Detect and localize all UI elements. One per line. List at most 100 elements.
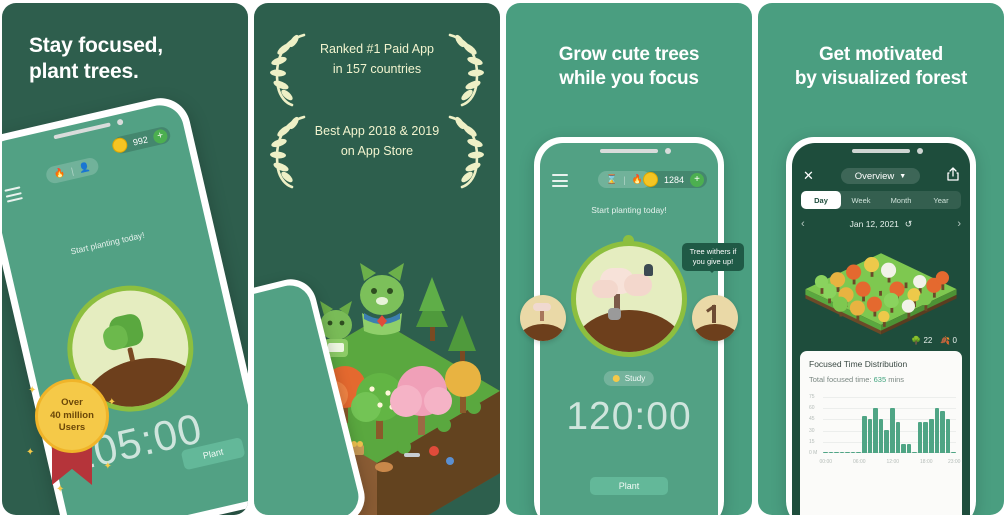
next-date-button[interactable]: › — [957, 218, 961, 230]
badge-line-1: Over — [61, 396, 83, 408]
tree-carousel-next[interactable] — [692, 295, 738, 341]
chart-bar — [889, 408, 895, 453]
dog-mascot-icon — [360, 263, 404, 335]
chart-bar — [923, 422, 928, 453]
award-2-line-2: on App Store — [340, 144, 414, 158]
tab-day[interactable]: Day — [801, 191, 841, 209]
chart-x-tick: 23:00 — [947, 459, 961, 465]
healthy-tree-icon: 🌳 — [911, 336, 922, 345]
chart-bar — [845, 451, 850, 453]
chart-bar — [867, 419, 873, 453]
tag-color-dot — [612, 375, 620, 382]
healthy-tree-count: 🌳 22 — [911, 336, 932, 345]
chart-y-tick: 15 — [809, 438, 815, 445]
chart-bar — [945, 419, 951, 453]
share-icon[interactable] — [947, 166, 959, 186]
withered-count-value: 0 — [952, 336, 957, 345]
coin-count: 1284 — [663, 174, 684, 185]
soil-mound — [520, 324, 566, 341]
healthy-count-value: 22 — [923, 336, 933, 345]
coin-icon — [642, 172, 658, 187]
forest-plot[interactable]: 🌳 22 🍂 0 — [796, 235, 966, 347]
overview-header: ✕ Overview ▼ — [792, 165, 970, 187]
divider: | — [623, 174, 626, 185]
chart-bar — [862, 415, 867, 453]
chart-x-tick: 06:00 — [853, 459, 866, 465]
sparkle-icon: ✦ — [107, 397, 116, 408]
panel-1-headline: Stay focused, plant trees. — [29, 34, 163, 84]
badge-line-2: 40 million — [50, 409, 94, 421]
screenshot-gallery: Stay focused, plant trees. 🔥 | 👤 992 + S… — [0, 0, 1005, 518]
chart-y-tick: 0 M — [809, 450, 818, 456]
prev-date-button[interactable]: ‹ — [801, 218, 805, 230]
phone-camera — [665, 148, 671, 154]
menu-icon[interactable] — [552, 174, 568, 191]
tree-carousel-prev[interactable] — [520, 295, 566, 341]
sparkle-icon: ✦ — [26, 447, 35, 458]
sparkle-icon: ✦ — [56, 484, 65, 495]
chart-bar — [917, 422, 923, 453]
chart-bar — [823, 452, 828, 453]
total-prefix: Total focused time: — [809, 375, 874, 384]
sparkle-icon: ✦ — [28, 385, 37, 396]
chart-bar — [901, 444, 906, 453]
panel-4-headline: Get motivated by visualized forest — [794, 44, 968, 89]
overview-label: Overview — [854, 170, 895, 182]
panel-stay-focused: Stay focused, plant trees. 🔥 | 👤 992 + S… — [2, 3, 248, 515]
total-focused-time: Total focused time: 635 mins — [809, 375, 953, 384]
phone-speaker — [600, 149, 658, 153]
chart-bar — [873, 408, 878, 453]
total-value: 635 — [873, 375, 887, 384]
overview-dropdown[interactable]: Overview ▼ — [840, 168, 921, 184]
chart-bar — [834, 451, 839, 453]
forest-plot-svg — [805, 253, 957, 335]
badge-medal: Over 40 million Users — [35, 379, 109, 453]
card-title: Focused Time Distribution — [809, 359, 908, 369]
award-1-line-1: Ranked #1 Paid App — [320, 42, 434, 56]
status-toggle-1[interactable]: 🔥 | 👤 — [44, 156, 100, 185]
award-1-line-2: in 157 countries — [332, 62, 422, 76]
award-1: Ranked #1 Paid App in 157 countries — [254, 33, 500, 107]
plant-button-3[interactable]: Plant — [590, 477, 668, 495]
cherry-tree-illustration — [576, 246, 682, 352]
date-navigator: ‹ Jan 12, 2021 ↺ › — [801, 215, 961, 233]
date-group: Jan 12, 2021 ↺ — [850, 219, 913, 230]
chart-x-tick: 00:00 — [819, 459, 833, 465]
add-coins-button[interactable]: + — [690, 172, 704, 187]
total-suffix: mins — [886, 375, 905, 384]
menu-icon[interactable] — [4, 186, 23, 206]
chart-bar — [850, 451, 856, 453]
phone-mockup-4: ✕ Overview ▼ Day Week Month Year ‹ Jan 1… — [786, 137, 976, 515]
chart-bar — [839, 451, 845, 453]
chart-y-tick: 60 — [809, 405, 815, 411]
coin-balance-1[interactable]: 992 + — [110, 125, 172, 156]
award-2: Best App 2018 & 2019 on App Store — [254, 115, 500, 189]
phone-camera — [116, 118, 124, 126]
panel-awards: Ranked #1 Paid App in 157 countries Best… — [254, 3, 500, 515]
panel-3-headline: Grow cute trees while you focus — [558, 44, 700, 89]
period-segmented-control[interactable]: Day Week Month Year — [801, 191, 961, 209]
badge-line-3: Users — [58, 422, 86, 434]
sparkle-icon: ✦ — [103, 461, 112, 472]
focused-time-chart: 0 M 15 30 45 60 75 00:00 06:00 12:00 18:00 23:00 — [809, 393, 960, 465]
divider: | — [69, 165, 75, 176]
refresh-icon[interactable]: ↺ — [905, 219, 913, 230]
panel-grow-trees: Grow cute trees while you focus ⌛ | 🔥 12… — [506, 3, 752, 515]
close-icon[interactable]: ✕ — [803, 168, 814, 184]
tab-month[interactable]: Month — [881, 191, 921, 209]
tree-progress-ring-3[interactable] — [571, 241, 687, 357]
award-2-line-1: Best App 2018 & 2019 — [314, 124, 440, 138]
chart-y-tick: 45 — [809, 416, 815, 423]
tab-week[interactable]: Week — [841, 191, 881, 209]
tab-year[interactable]: Year — [921, 191, 961, 209]
coin-balance-3[interactable]: 1284 + — [642, 171, 707, 188]
tag-study[interactable]: Study — [603, 371, 655, 386]
withered-tree-count: 🍂 0 — [940, 336, 957, 345]
chart-x-tick: 18:00 — [920, 459, 933, 465]
app-screen-3: ⌛ | 🔥 1284 + Start planting today! Study… — [540, 143, 718, 515]
tree-illustration — [99, 310, 156, 364]
panel-visualized-forest: Get motivated by visualized forest ✕ Ove… — [758, 3, 1004, 515]
phone-speaker — [852, 149, 910, 153]
chevron-down-icon: ▼ — [899, 172, 907, 180]
chart-bar — [934, 408, 940, 453]
